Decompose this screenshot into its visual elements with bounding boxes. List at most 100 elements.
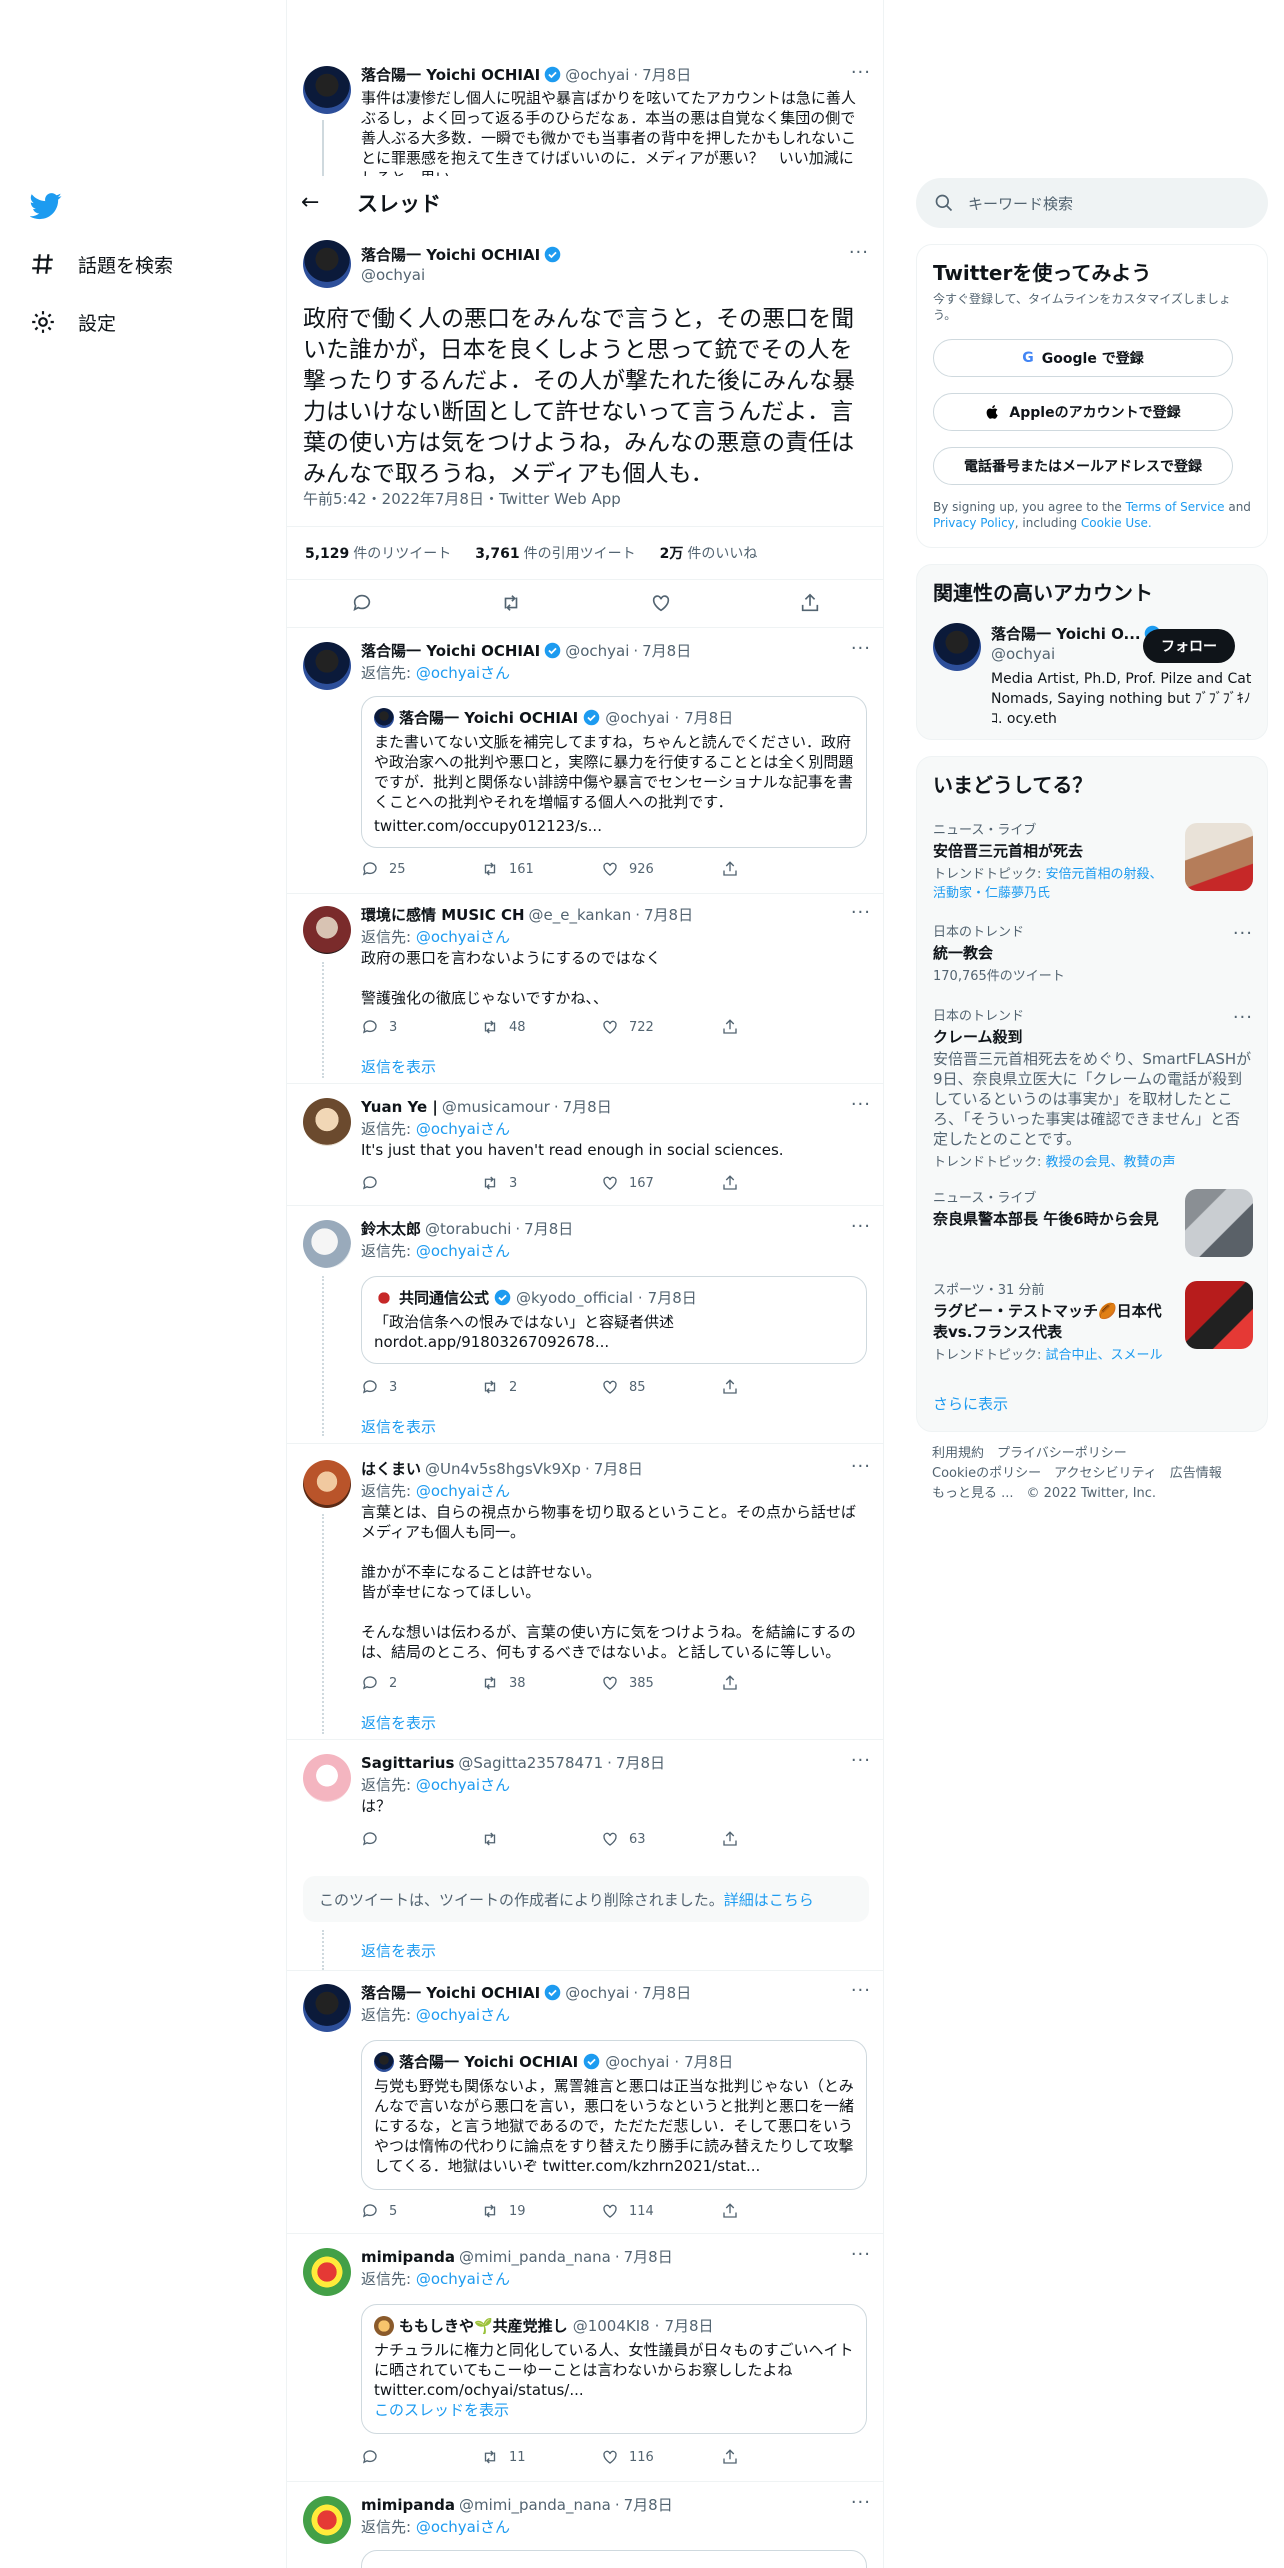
- parent-tweet[interactable]: 落合陽一 Yoichi OCHIAI @ochyai · 7月8日 ··· 事件…: [287, 40, 883, 180]
- reply-button[interactable]: 5: [361, 2202, 421, 2220]
- avatar[interactable]: [303, 642, 351, 690]
- learn-more-link[interactable]: 詳細はこちら: [724, 1889, 814, 1910]
- reply-button[interactable]: [361, 2448, 421, 2466]
- more-icon[interactable]: ···: [851, 638, 871, 659]
- tweet-time[interactable]: 7月8日: [594, 1458, 643, 1479]
- like-button[interactable]: 85: [601, 1378, 661, 1396]
- reply-tweet[interactable]: 落合陽一 Yoichi OCHIAI @ochyai · 7月8日 ··· 返信先:…: [287, 628, 883, 894]
- quoted-tweet[interactable]: ももしきや🌱共産党推し @1004KI8 · 7月8日 ナチュラルに権力と同化している…: [361, 2304, 867, 2434]
- avatar[interactable]: [303, 2248, 351, 2296]
- google-signup-button[interactable]: G Google で登録: [933, 339, 1233, 377]
- search-box[interactable]: キーワード検索: [916, 178, 1268, 228]
- more-icon[interactable]: ···: [851, 902, 871, 923]
- reply-tweet[interactable]: Sagittarius @Sagitta23578471 · 7月8日 ··· 返信…: [287, 1740, 883, 1860]
- author-name[interactable]: Sagittarius: [361, 1754, 454, 1772]
- retweet-button[interactable]: 161: [481, 860, 541, 878]
- reply-to-link[interactable]: @ochyaiさん: [416, 2270, 510, 2288]
- reply-to-link[interactable]: @ochyaiさん: [416, 1776, 510, 1794]
- tweet-time[interactable]: 7月8日: [624, 2494, 673, 2515]
- footer-line-2[interactable]: Cookieのポリシー アクセシビリティ 広告情報: [932, 1464, 1222, 1484]
- quoted-tweet[interactable]: 落合陽一 Yoichi OCHIAI @ochyai · 7月8日 与党も野党も関係な…: [361, 2040, 867, 2190]
- like-button[interactable]: 722: [601, 1018, 661, 1036]
- quote-count[interactable]: 3,761 件の引用ツイート: [475, 543, 635, 563]
- reply-to-link[interactable]: @ochyaiさん: [416, 1482, 510, 1500]
- trend-item[interactable]: 日本のトレンド クレーム殺到 安倍晋三元首相死去をめぐり、SmartFLASHが…: [933, 1005, 1253, 1170]
- author-name[interactable]: 落合陽一 Yoichi OCHIAI: [361, 64, 540, 85]
- retweet-button[interactable]: 48: [481, 1018, 541, 1036]
- show-replies-link[interactable]: 返信を表示: [361, 1056, 436, 1077]
- trend-thumbnail[interactable]: [1185, 1189, 1253, 1257]
- more-icon[interactable]: ···: [851, 62, 871, 83]
- avatar[interactable]: [303, 1098, 351, 1146]
- more-icon[interactable]: ···: [851, 2244, 871, 2265]
- tweet-time[interactable]: 7月8日: [642, 640, 691, 661]
- retweet-icon[interactable]: [500, 592, 522, 614]
- reply-to-link[interactable]: @ochyaiさん: [416, 2518, 510, 2536]
- quote-link[interactable]: twitter.com/occupy012123/s...: [374, 816, 854, 836]
- reply-icon[interactable]: [351, 592, 373, 614]
- reply-button[interactable]: [361, 1174, 421, 1192]
- share-button[interactable]: [721, 2202, 781, 2220]
- reply-button[interactable]: 3: [361, 1018, 421, 1036]
- more-icon[interactable]: ···: [851, 1216, 871, 1237]
- show-replies-link[interactable]: 返信を表示: [361, 1940, 436, 1961]
- reply-tweet[interactable]: Yuan Ye | @musicamour · 7月8日 ··· 返信先: @och…: [287, 1084, 883, 1206]
- back-arrow-icon[interactable]: ←: [301, 190, 319, 215]
- avatar[interactable]: [303, 2496, 351, 2544]
- reply-to-link[interactable]: @ochyaiさん: [416, 2006, 510, 2024]
- like-button[interactable]: 385: [601, 1674, 661, 1692]
- quoted-tweet[interactable]: 落合陽一 Yoichi OCHIAI @ochyai · 7月8日 また書いてない文脈…: [361, 696, 867, 848]
- share-button[interactable]: [721, 1674, 781, 1692]
- quoted-tweet[interactable]: 共同通信公式 @kyodo_official · 7月8日 「政治信条への恨みではない…: [361, 1276, 867, 1364]
- trend-thumbnail[interactable]: [1185, 823, 1253, 891]
- author-name[interactable]: はくまい: [361, 1458, 421, 1479]
- search-input[interactable]: キーワード検索: [968, 193, 1073, 214]
- share-button[interactable]: [721, 1378, 781, 1396]
- apple-signup-button[interactable]: Appleのアカウントで登録: [933, 393, 1233, 431]
- avatar[interactable]: [303, 1754, 351, 1802]
- trend-item[interactable]: 日本のトレンド 統一教会 170,765件のツイート: [933, 921, 1253, 984]
- more-icon[interactable]: ···: [849, 242, 869, 263]
- like-icon[interactable]: [650, 592, 672, 614]
- reply-button[interactable]: 25: [361, 860, 421, 878]
- reply-to-link[interactable]: @ochyaiさん: [416, 1242, 510, 1260]
- author-name[interactable]: 環境に感情 MUSIC CH: [361, 904, 525, 925]
- show-more-link[interactable]: さらに表示: [933, 1393, 1008, 1414]
- avatar[interactable]: [303, 1984, 351, 2032]
- retweet-button[interactable]: 2: [481, 1378, 541, 1396]
- reply-to-link[interactable]: @ochyaiさん: [416, 664, 510, 682]
- author-name[interactable]: 鈴木太郎: [361, 1218, 421, 1239]
- footer-line-1[interactable]: 利用規約 プライバシーポリシー: [932, 1444, 1222, 1464]
- quoted-tweet[interactable]: [361, 2550, 867, 2568]
- like-button[interactable]: 926: [601, 860, 661, 878]
- more-icon[interactable]: ···: [1233, 923, 1253, 944]
- cookie-link[interactable]: Cookie Use.: [1081, 516, 1152, 530]
- tweet-time[interactable]: 7月8日: [644, 904, 693, 925]
- more-icon[interactable]: ···: [1233, 1007, 1253, 1028]
- author-name[interactable]: 落合陽一 Yoichi OCHIAI: [361, 1982, 540, 2003]
- reply-to-link[interactable]: @ochyaiさん: [416, 928, 510, 946]
- terms-link[interactable]: Terms of Service: [1126, 500, 1225, 514]
- author-name[interactable]: 落合陽一 Yoichi OCHIAI: [361, 640, 540, 661]
- avatar[interactable]: [303, 1460, 351, 1508]
- retweet-button[interactable]: [481, 1830, 541, 1848]
- quote-link[interactable]: nordot.app/91803267092678...: [374, 1332, 854, 1352]
- footer-line-3[interactable]: もっと見る ... © 2022 Twitter, Inc.: [932, 1484, 1222, 1504]
- share-button[interactable]: [721, 1830, 781, 1848]
- like-button[interactable]: 63: [601, 1830, 661, 1848]
- retweet-button[interactable]: 19: [481, 2202, 541, 2220]
- author-name[interactable]: 落合陽一 Yoichi OCHIAI: [361, 244, 540, 265]
- tweet-time[interactable]: 7月8日: [563, 1096, 612, 1117]
- more-icon[interactable]: ···: [851, 1456, 871, 1477]
- retweet-count[interactable]: 5,129 件のリツイート: [305, 543, 451, 563]
- reply-button[interactable]: [361, 1830, 421, 1848]
- author-name[interactable]: Yuan Ye |: [361, 1098, 438, 1116]
- main-tweet-avatar[interactable]: [303, 240, 351, 288]
- retweet-button[interactable]: 3: [481, 1174, 541, 1192]
- avatar[interactable]: [303, 66, 351, 114]
- share-button[interactable]: [721, 1018, 781, 1036]
- reply-tweet[interactable]: mimipanda @mimi_panda_nana · 7月8日 ··· 返信先:…: [287, 2482, 883, 2568]
- trend-thumbnail[interactable]: [1185, 1281, 1253, 1349]
- relevant-name-row[interactable]: 落合陽一 Yoichi O...: [991, 623, 1161, 644]
- more-icon[interactable]: ···: [851, 1094, 871, 1115]
